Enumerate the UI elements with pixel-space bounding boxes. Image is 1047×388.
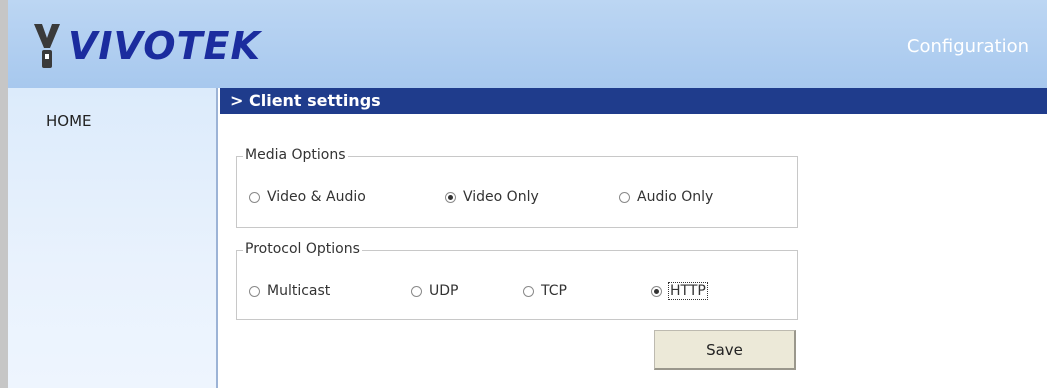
header-title: Configuration	[906, 36, 1029, 57]
radio-video-audio-button[interactable]	[249, 191, 260, 203]
sidebar: HOME	[0, 88, 218, 388]
media-options-legend: Media Options	[243, 147, 348, 163]
radio-audio-only[interactable]: Audio Only	[619, 189, 713, 205]
radio-video-only-label: Video Only	[463, 189, 539, 205]
radio-udp-button[interactable]	[411, 285, 422, 297]
media-options-group: Media Options Video & Audio Video Only A…	[236, 147, 798, 228]
section-title: > Client settings	[220, 88, 1047, 114]
radio-multicast-button[interactable]	[249, 285, 260, 297]
radio-http-button[interactable]	[651, 285, 662, 297]
save-button[interactable]: Save	[654, 330, 796, 370]
radio-video-only-button[interactable]	[445, 191, 456, 203]
radio-multicast-label: Multicast	[267, 283, 331, 299]
logo-text: VIVOTEK	[68, 24, 261, 68]
radio-video-audio-label: Video & Audio	[267, 189, 366, 205]
radio-tcp[interactable]: TCP	[523, 283, 567, 299]
header-banner: VIVOTEK Configuration	[0, 0, 1047, 88]
logo-mark-icon	[34, 24, 60, 68]
radio-udp-label: UDP	[429, 283, 459, 299]
protocol-options-legend: Protocol Options	[243, 241, 362, 257]
radio-audio-only-button[interactable]	[619, 191, 630, 203]
radio-audio-only-label: Audio Only	[637, 189, 714, 205]
radio-tcp-button[interactable]	[523, 285, 534, 297]
radio-video-only[interactable]: Video Only	[445, 189, 539, 205]
sidebar-item-home[interactable]: HOME	[46, 112, 92, 130]
radio-http[interactable]: HTTP	[651, 282, 708, 300]
protocol-options-group: Protocol Options Multicast UDP TCP HTTP	[236, 241, 798, 320]
radio-http-label: HTTP	[668, 282, 708, 300]
vivotek-logo: VIVOTEK	[32, 18, 261, 74]
radio-video-audio[interactable]: Video & Audio	[249, 189, 366, 205]
radio-udp[interactable]: UDP	[411, 283, 458, 299]
radio-tcp-label: TCP	[541, 283, 567, 299]
radio-multicast[interactable]: Multicast	[249, 283, 330, 299]
